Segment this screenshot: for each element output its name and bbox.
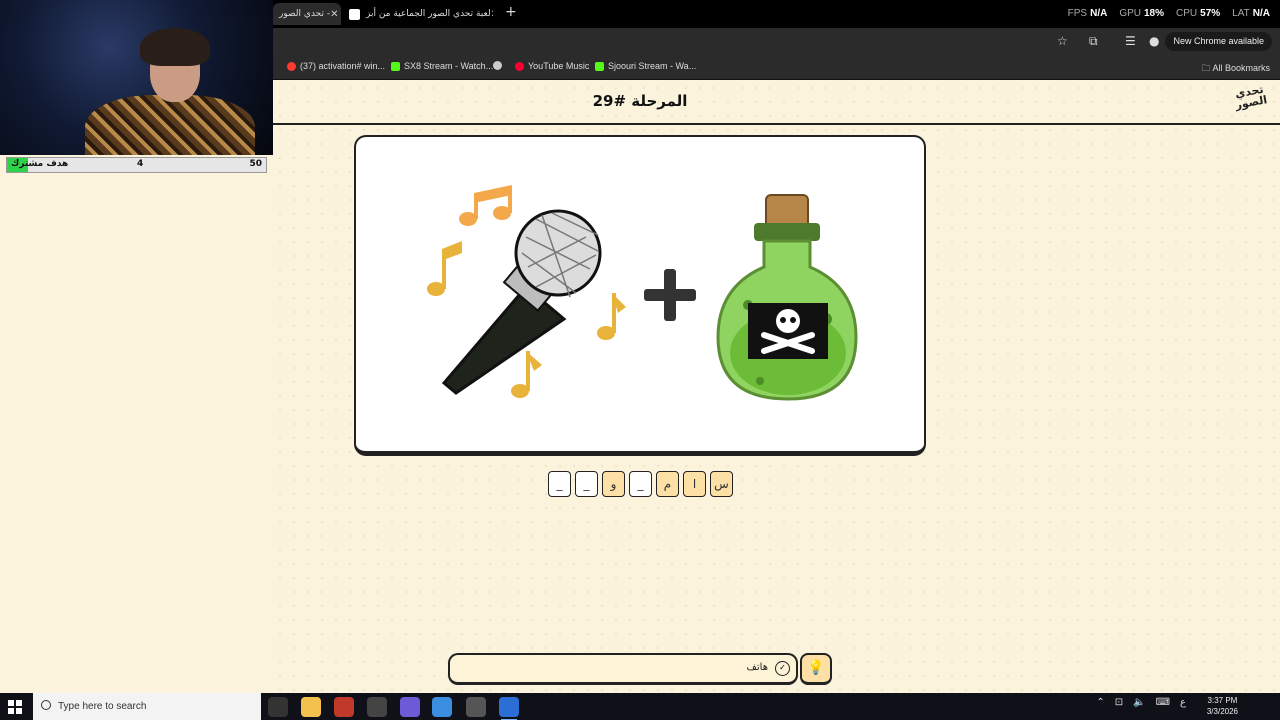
streamer-body xyxy=(85,95,255,155)
volume-icon[interactable]: 🔈 xyxy=(1133,697,1145,708)
answer-slot[interactable]: س xyxy=(710,471,733,497)
kick-icon xyxy=(595,61,604,71)
app-icon[interactable] xyxy=(334,697,354,717)
bookmarks-bar: (37) activation# win... SX8 Stream - Wat… xyxy=(273,55,1280,80)
obs-icon[interactable] xyxy=(367,697,387,717)
sub-goal-bar: هدف مشترك 4 50 xyxy=(6,157,267,173)
hint-bar[interactable]: هاتف ✓ xyxy=(448,653,798,685)
tab-title: تحدي الصور - xyxy=(279,9,331,19)
lat-readout: LAT N/A xyxy=(1232,8,1270,19)
answer-slot[interactable]: _ xyxy=(629,471,652,497)
youtube-music-icon xyxy=(515,61,524,71)
new-tab-button[interactable]: + xyxy=(505,4,517,20)
file-explorer-icon[interactable] xyxy=(301,697,321,717)
answer-slot[interactable]: و xyxy=(602,471,625,497)
clock[interactable]: 3:37 PM 3/3/2026 xyxy=(1207,695,1238,717)
close-tab-icon[interactable]: ✕ xyxy=(491,9,493,20)
bookmark-item[interactable]: YouTube Music xyxy=(515,61,589,71)
search-icon xyxy=(41,700,51,710)
answer-slots: _ _ و _ م ا س xyxy=(548,471,733,497)
kick-icon xyxy=(391,61,400,71)
app-icon[interactable] xyxy=(466,697,486,717)
chrome-active-icon[interactable] xyxy=(499,697,519,720)
microphone-icon xyxy=(441,209,602,395)
puzzle-image xyxy=(427,185,858,401)
keyboard-icon[interactable]: ⌨ xyxy=(1156,697,1170,708)
level-title: المرحلة #29 xyxy=(592,92,688,110)
plus-icon xyxy=(644,269,696,321)
close-tab-icon[interactable]: ✕ xyxy=(330,9,338,20)
goal-target: 50 xyxy=(249,159,262,169)
bookmark-item[interactable]: SX8 Stream - Watch... xyxy=(391,61,493,71)
lightbulb-hint-button[interactable]: 💡 xyxy=(800,653,832,685)
streamer-hair xyxy=(140,28,210,66)
webcam-overlay xyxy=(0,0,273,155)
chrome-icon[interactable] xyxy=(432,697,452,717)
answer-slot[interactable]: _ xyxy=(575,471,598,497)
bookmark-item[interactable]: (37) activation# win... xyxy=(287,61,385,71)
clock-time: 3:37 PM xyxy=(1207,696,1238,705)
task-view-icon[interactable] xyxy=(268,697,288,717)
tab-active[interactable]: تحدي الصور - ✕ xyxy=(273,3,341,25)
performance-overlay: FPS N/A GPU 18% CPU 57% LAT N/A xyxy=(1068,8,1270,19)
star-icon[interactable]: ☆ xyxy=(1057,34,1068,48)
youtube-icon xyxy=(287,61,296,71)
cpu-readout: CPU 57% xyxy=(1176,8,1221,19)
goal-current: 4 xyxy=(137,159,144,169)
tab-title: لعبة تحدي الصور الجماعية من أبز xyxy=(366,9,491,19)
clock-date: 3/3/2026 xyxy=(1206,707,1238,716)
bookmark-item[interactable] xyxy=(493,61,502,70)
gpu-readout: GPU 18% xyxy=(1119,8,1165,19)
profile-icon[interactable]: ● xyxy=(1149,34,1159,48)
hint-text: هاتف xyxy=(746,662,768,673)
bookmark-item[interactable]: Sjoouri Stream - Wa... xyxy=(595,61,696,71)
media-icon[interactable]: ☰ xyxy=(1125,34,1136,48)
tab-game[interactable]: لعبة تحدي الصور الجماعية من أبز ✕ xyxy=(343,3,493,25)
chevron-up-icon[interactable]: ⌃ xyxy=(1096,697,1104,708)
fps-readout: FPS N/A xyxy=(1067,8,1108,19)
network-icon[interactable]: ⊡ xyxy=(1115,697,1123,708)
address-bar: ☆ ⧉ ☰ ● New Chrome available xyxy=(273,28,1280,55)
all-bookmarks-button[interactable]: 🗀 All Bookmarks xyxy=(1201,61,1270,77)
timer-icon: ✓ xyxy=(775,661,790,676)
header-divider xyxy=(273,123,1280,125)
globe-icon xyxy=(493,61,502,70)
goal-label: هدف مشترك xyxy=(11,159,69,169)
puzzle-card xyxy=(354,135,926,456)
poison-bottle-icon xyxy=(716,194,858,401)
extensions-icon[interactable]: ⧉ xyxy=(1089,34,1098,49)
lightbulb-icon: 💡 xyxy=(807,660,825,676)
windows-taskbar: Type here to search ⌃ ⊡ 🔈 ⌨ ع 3:37 PM 3/… xyxy=(0,693,1280,720)
taskbar-search[interactable]: Type here to search xyxy=(33,693,261,720)
favicon-icon xyxy=(349,8,360,20)
language-indicator[interactable]: ع xyxy=(1180,697,1186,708)
answer-slot[interactable]: ا xyxy=(683,471,706,497)
answer-slot[interactable]: م xyxy=(656,471,679,497)
new-chrome-available-button[interactable]: New Chrome available xyxy=(1165,32,1272,51)
windows-start-icon[interactable] xyxy=(8,700,22,714)
discord-icon[interactable] xyxy=(400,697,420,717)
answer-slot[interactable]: _ xyxy=(548,471,571,497)
